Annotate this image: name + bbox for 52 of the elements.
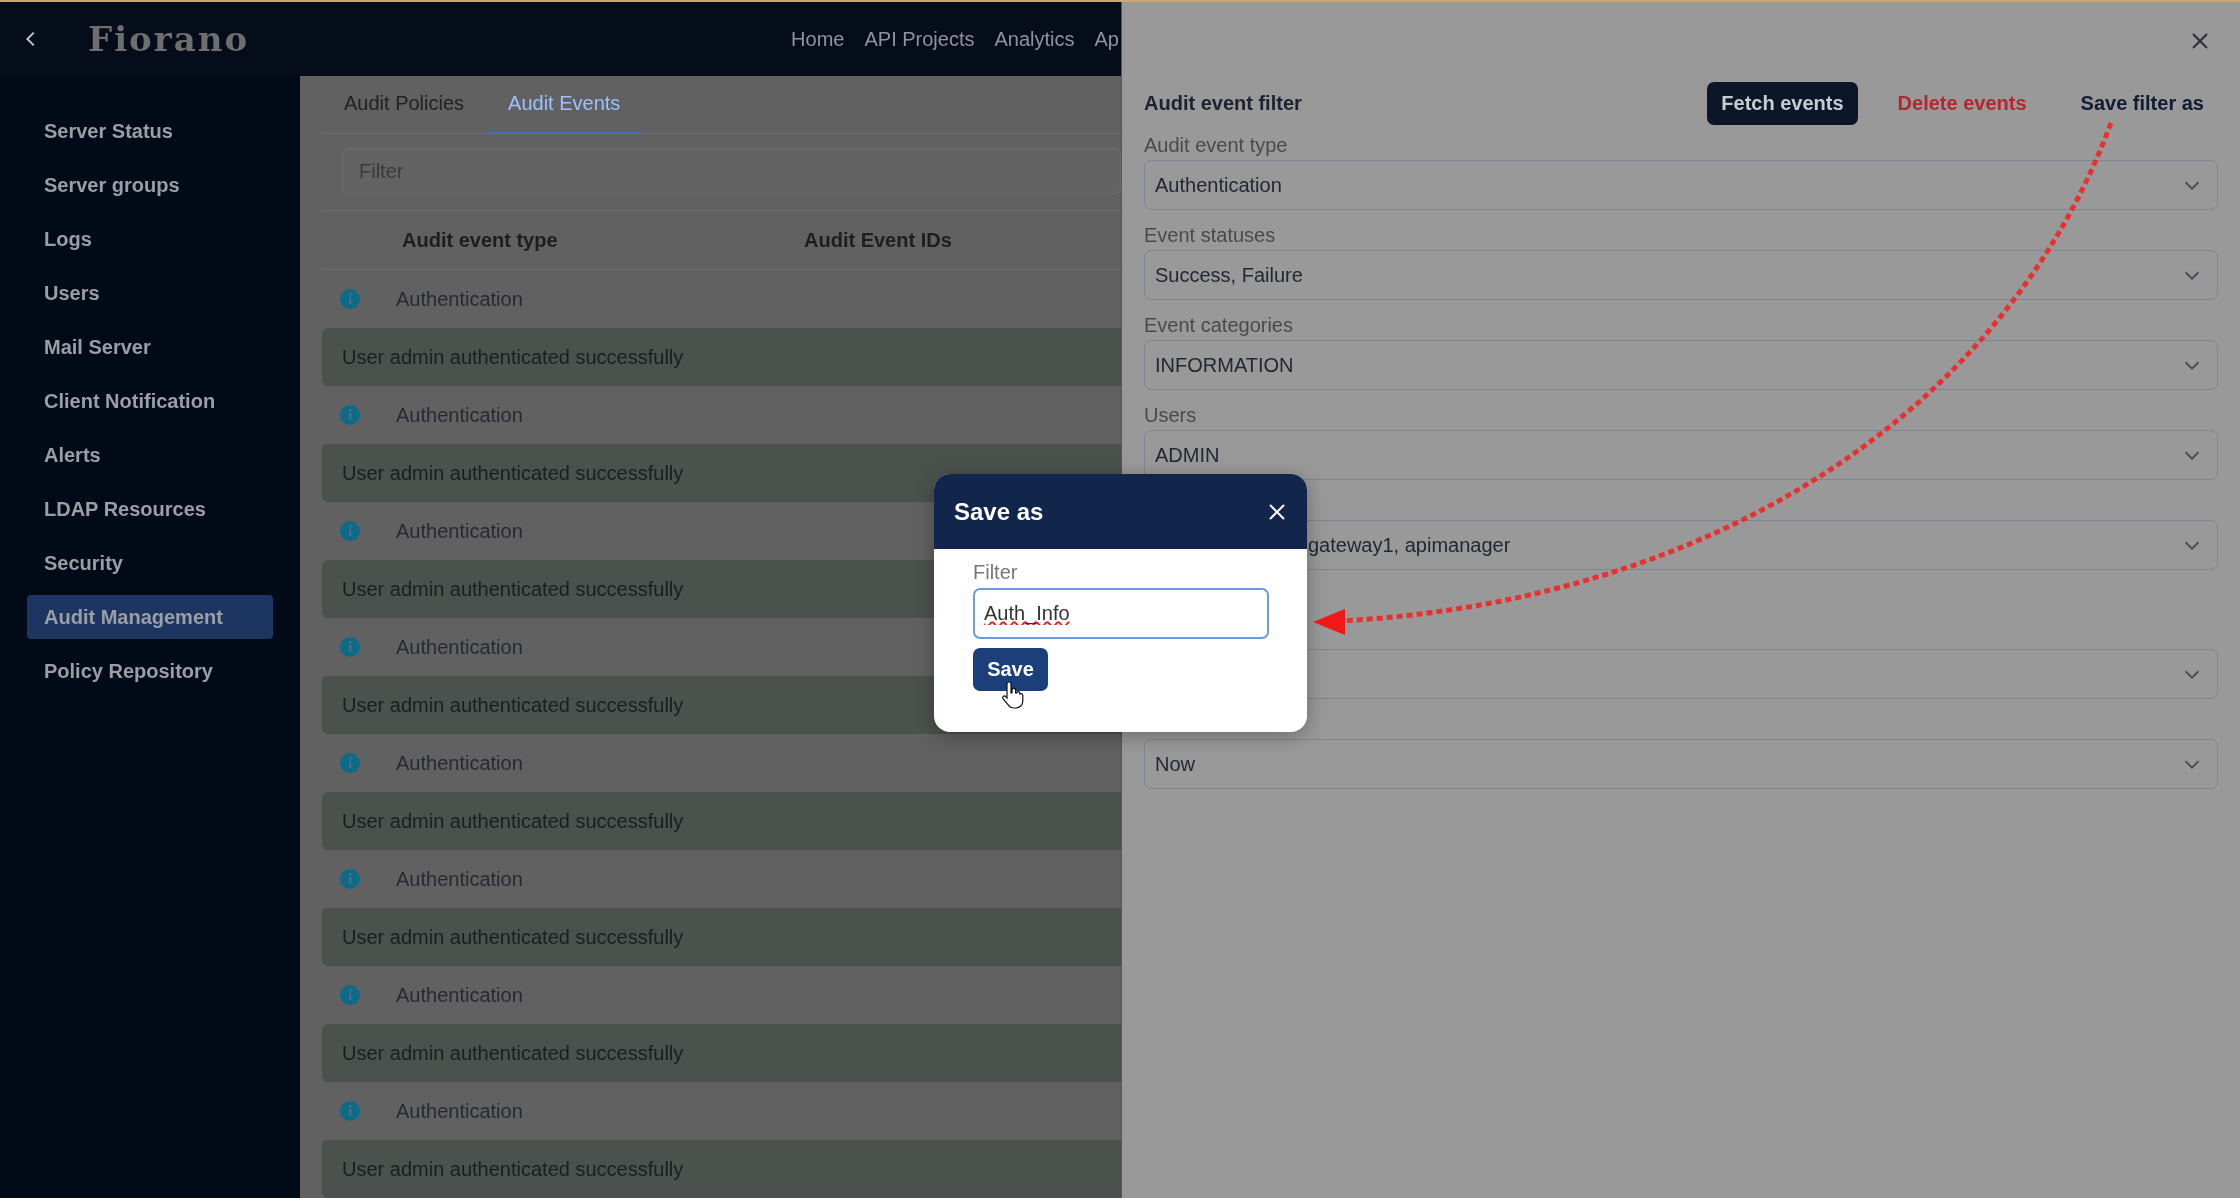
table-cell: Authentication: [396, 867, 523, 891]
info-icon: [340, 753, 360, 774]
logo: Fiorano: [88, 19, 250, 59]
table-cell: Authentication: [396, 519, 523, 543]
sidebar-item[interactable]: Server Status: [27, 109, 273, 153]
info-icon: [340, 985, 360, 1006]
nav-link[interactable]: Analytics: [994, 27, 1075, 51]
table-cell: Authentication: [396, 1099, 523, 1123]
info-icon: [340, 289, 360, 310]
sidebar-item[interactable]: Policy Repository: [27, 649, 273, 693]
sidebar-item[interactable]: Logs: [27, 217, 273, 261]
table-cell: Authentication: [396, 751, 523, 775]
select-field[interactable]: Success, Failure: [1144, 250, 2218, 300]
sidebar-item[interactable]: Mail Server: [27, 325, 273, 369]
hand-cursor-icon: [1001, 680, 1025, 710]
field-label: Audit event type: [1144, 134, 1289, 158]
field-label: Event statuses: [1144, 224, 1277, 248]
info-icon: [340, 637, 360, 658]
select-field[interactable]: ADMIN: [1144, 430, 2218, 480]
nav-link[interactable]: Ap: [1094, 27, 1119, 51]
name-field[interactable]: Auth_Info: [973, 588, 1269, 639]
select-field[interactable]: Now: [1144, 739, 2218, 789]
sidebar-item[interactable]: Security: [27, 541, 273, 585]
nav-link[interactable]: API Projects: [864, 27, 975, 51]
field-label: Filter: [973, 561, 1018, 584]
table-cell: Authentication: [396, 635, 523, 659]
sidebar-item[interactable]: LDAP Resources: [27, 487, 273, 531]
select-field[interactable]: Authentication: [1144, 160, 2218, 210]
column-header: Audit event type: [402, 228, 559, 252]
table-cell: Authentication: [396, 983, 523, 1007]
fetch-button[interactable]: Fetch events: [1707, 81, 1858, 125]
nav-link[interactable]: Home: [791, 27, 845, 51]
sidebar-item[interactable]: Client Notification: [27, 379, 273, 423]
column-header: Audit Event IDs: [804, 228, 953, 252]
info-icon: [340, 521, 360, 542]
close-icon[interactable]: [1267, 501, 1287, 522]
save-button[interactable]: Save: [973, 648, 1048, 691]
sidebar-item[interactable]: Server groups: [27, 163, 273, 207]
select-field[interactable]: INFORMATION: [1144, 340, 2218, 390]
panel-title: Audit event filter: [1144, 91, 1302, 115]
sidebar-item[interactable]: Users: [27, 271, 273, 315]
table-cell: Authentication: [396, 403, 523, 427]
tab[interactable]: Audit Events: [486, 76, 643, 133]
field-label: Event categories: [1144, 314, 1294, 338]
info-icon: [340, 1101, 360, 1121]
field-label: Users: [1144, 404, 1198, 428]
save-filter-link[interactable]: Save filter as: [2066, 81, 2218, 125]
sidebar-item[interactable]: Alerts: [27, 433, 273, 477]
table-cell: Authentication: [396, 287, 523, 311]
sidebar-item[interactable]: Audit Management: [27, 595, 273, 639]
info-icon: [340, 405, 360, 426]
info-icon: [340, 869, 360, 890]
